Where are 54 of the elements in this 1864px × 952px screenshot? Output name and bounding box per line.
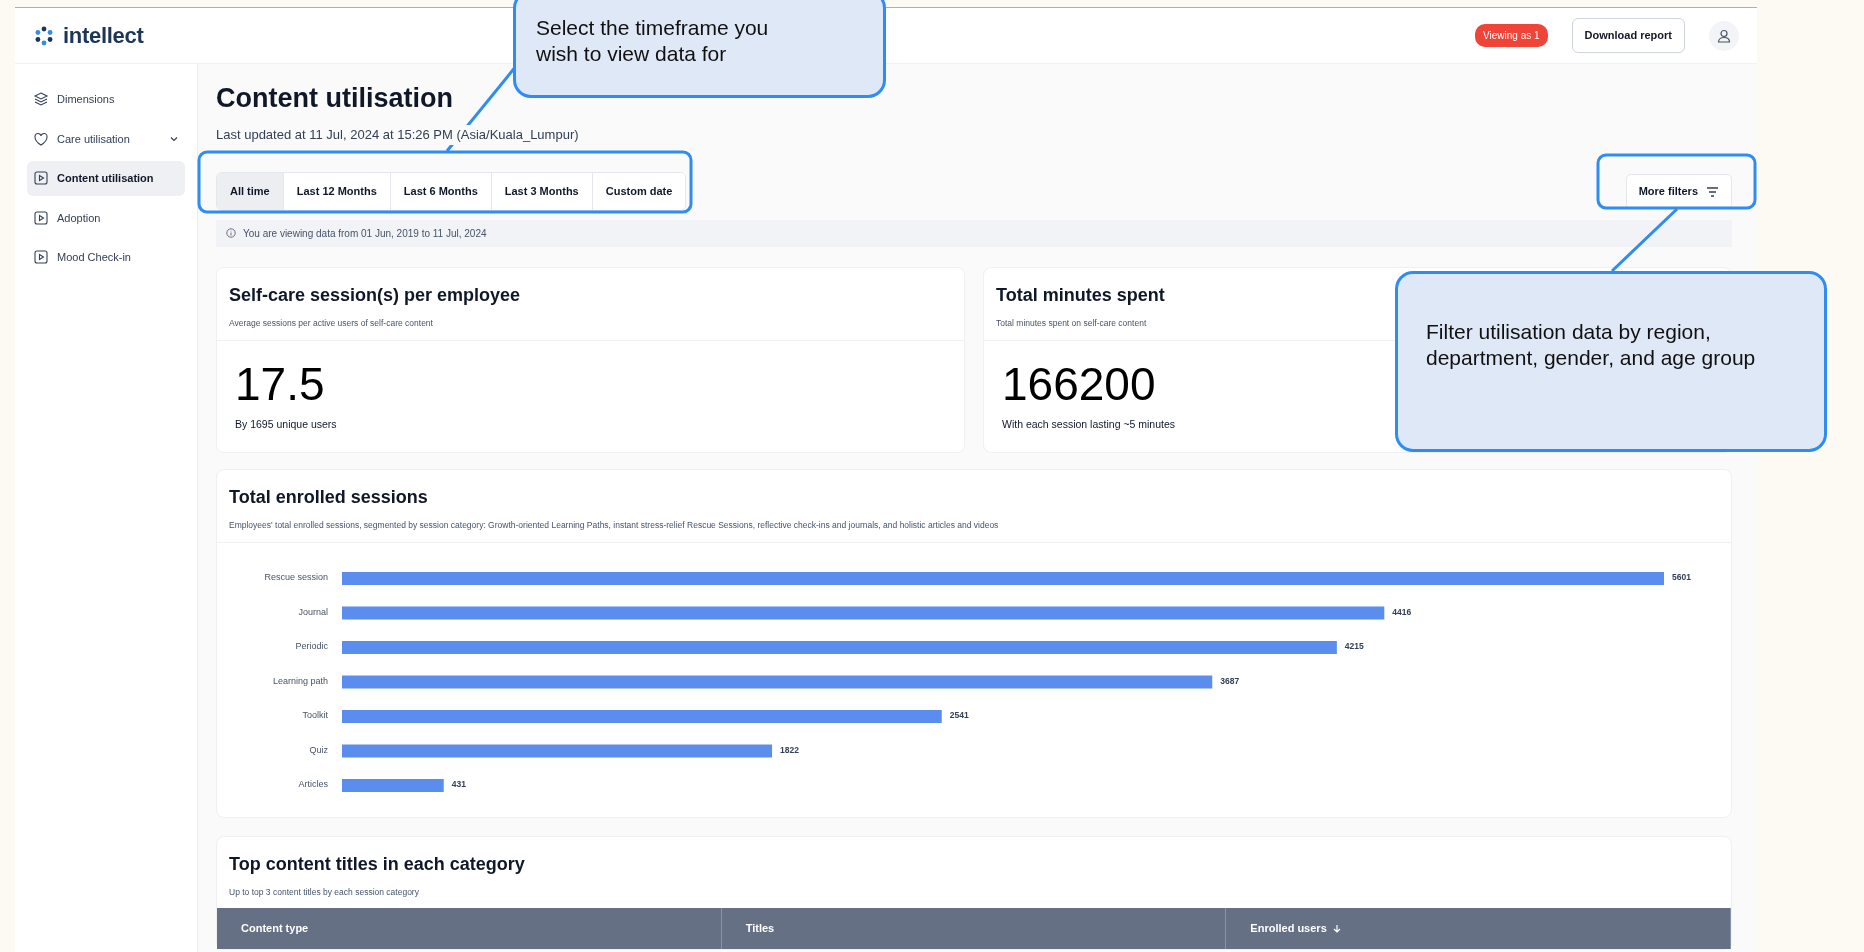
sidebar-item[interactable]: Dimensions <box>27 82 185 117</box>
value-label: 1822 <box>780 744 799 755</box>
sidebar-item[interactable]: Adoption <box>27 200 185 235</box>
column-header[interactable]: Content type <box>217 908 722 949</box>
play-icon <box>33 209 49 226</box>
table-title: Top content titles in each category <box>229 852 526 876</box>
metric-value: 166200 <box>1002 360 1156 407</box>
column-header[interactable]: Titles <box>721 908 1227 949</box>
category-label: Periodic <box>295 641 328 652</box>
chart-title: Total enrolled sessions <box>229 486 429 510</box>
layers-icon <box>33 91 49 108</box>
sidebar-item[interactable]: Mood Check-in <box>27 240 185 275</box>
user-icon <box>1717 28 1731 43</box>
viewing-badge: Viewing as 1 <box>1475 24 1548 47</box>
value-label: 431 <box>451 779 466 790</box>
category-label: Journal <box>298 606 328 617</box>
category-label: Quiz <box>309 744 328 755</box>
value-label: 4416 <box>1392 606 1412 617</box>
last-updated-text: Last updated at 11 Jul, 2024 at 15:26 PM (Asia/Kuala_Lumpur) <box>216 125 579 145</box>
filter-icon <box>1706 186 1719 197</box>
metric-note: With each session lasting ~5 minutes <box>1002 416 1176 432</box>
brand-name: intellect <box>63 22 144 50</box>
metric-description: Average sessions per active users of self-care content <box>229 316 434 330</box>
heart-icon <box>33 130 49 147</box>
page-title: Content utilisation <box>216 82 454 115</box>
value-label: 2541 <box>949 710 969 721</box>
timeframe-tab[interactable]: All time <box>217 173 284 210</box>
sidebar-item[interactable]: Care utilisation <box>27 121 185 156</box>
info-icon <box>226 228 236 239</box>
logo-icon <box>33 24 55 47</box>
more-filters-button[interactable]: More filters <box>1625 174 1732 209</box>
metric-value: 17.5 <box>235 360 325 407</box>
metric-description: Total minutes spent on self-care content <box>996 316 1148 330</box>
info-text: You are viewing data from 01 Jun, 2019 to 11 Jul, 2024 <box>243 226 487 241</box>
sidebar-item[interactable]: Content utilisation <box>27 161 185 196</box>
profile-button[interactable] <box>1709 20 1739 51</box>
chart-description: Employees' total enrolled sessions, segmented by session category: Growth-oriented Learning Paths, instant stress-relief Rescue Sessions, reflective check-ins and journals, and holistic articles and videos <box>229 519 1000 533</box>
metric-note: By 1695 unique users <box>235 416 337 432</box>
category-label: Articles <box>298 779 328 790</box>
metric-title: Self-care session(s) per employee <box>229 283 522 307</box>
column-header[interactable]: Enrolled users <box>1226 908 1731 949</box>
play-icon <box>33 170 49 187</box>
category-label: Learning path <box>272 675 328 686</box>
metric-title: Total minutes spent <box>996 283 1166 307</box>
value-label: 5601 <box>1672 572 1691 583</box>
callout-text: Filter utilisation data by region, department, gender, and age group <box>1426 320 1756 370</box>
callout-text: Select the timeframe you wish to view data for <box>536 16 769 66</box>
category-label: Toolkit <box>302 710 328 721</box>
value-label: 4215 <box>1344 641 1364 652</box>
play-icon <box>33 249 49 266</box>
table-description: Up to top 3 content titles by each session category <box>229 885 420 899</box>
download-button[interactable]: Download report <box>1571 18 1685 53</box>
category-label: Rescue session <box>264 572 328 583</box>
value-label: 3687 <box>1220 675 1240 686</box>
